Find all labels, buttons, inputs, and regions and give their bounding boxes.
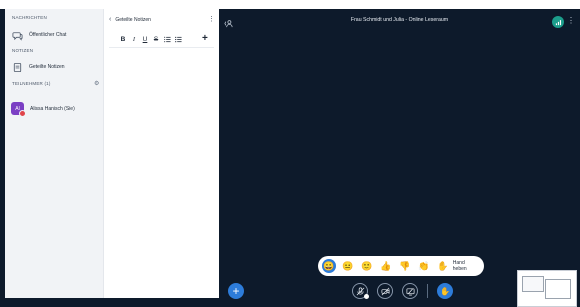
sidebar-item-shared-notes[interactable]: Geteilte Notizen — [11, 60, 101, 74]
shared-notes-panel: ‹ Geteilte Notizen ⋮ B I U S + — [103, 9, 219, 298]
sidebar: NACHRICHTEN Öffentlicher Chat NOTIZEN Ge… — [5, 9, 103, 298]
bold-button[interactable]: B — [119, 35, 127, 43]
reaction-clap-icon[interactable]: 👏 — [417, 259, 431, 273]
controls-divider — [427, 284, 428, 298]
participant-row[interactable]: Al Alissa Hanisch (Sie) — [11, 102, 75, 117]
reaction-neutral-icon[interactable]: 😐 — [341, 259, 355, 273]
microphone-status-dot — [364, 294, 369, 299]
messages-section-header: NACHRICHTEN — [12, 15, 47, 20]
add-icon[interactable]: + — [202, 33, 208, 44]
screen-share-button[interactable] — [402, 283, 418, 299]
participants-section-header: TEILNEHMER (1) — [12, 81, 51, 86]
connection-status-icon[interactable] — [552, 16, 564, 28]
presenter-badge — [19, 110, 26, 117]
participant-name: Alissa Hanisch (Sie) — [30, 105, 75, 112]
avatar: Al — [11, 102, 26, 117]
ordered-list-icon[interactable] — [163, 35, 171, 43]
presentation-thumbnail[interactable] — [517, 270, 577, 307]
actions-plus-button[interactable]: + — [228, 283, 244, 299]
underline-button[interactable]: U — [141, 35, 149, 43]
bullet-list-icon[interactable] — [174, 35, 182, 43]
more-options-icon[interactable]: ⋮ — [208, 15, 215, 23]
chevron-left-icon[interactable]: ‹ — [109, 16, 111, 23]
camera-off-button[interactable] — [377, 283, 393, 299]
meeting-title: Frau Schmidt und Julia - Online Leseraum — [350, 17, 449, 23]
chat-bubble-icon — [11, 29, 23, 41]
raise-hand-icon[interactable]: ✋ — [436, 259, 450, 273]
sidebar-item-public-chat[interactable]: Öffentlicher Chat — [11, 28, 101, 42]
thumbnail-window — [545, 279, 571, 299]
sidebar-item-label: Öffentlicher Chat — [29, 32, 67, 38]
raise-hand-button[interactable]: ✋ — [437, 283, 453, 299]
hand-icon: ✋ — [440, 286, 450, 296]
more-options-icon[interactable]: ⋮ — [567, 16, 575, 25]
notes-panel-header: ‹ Geteilte Notizen — [109, 16, 151, 23]
thumbnail-window — [522, 276, 544, 292]
raise-hand-label[interactable]: Hand heben — [453, 260, 480, 272]
main-video-area: Frau Schmidt und Julia - Online Leseraum… — [219, 9, 580, 307]
editor-toolbar: B I U S — [119, 35, 182, 43]
reaction-smile-icon[interactable]: 😀 — [322, 259, 336, 273]
notes-icon — [11, 61, 23, 73]
reaction-slight-smile-icon[interactable]: 🙂 — [360, 259, 374, 273]
notes-panel-title: Geteilte Notizen — [115, 16, 151, 23]
gear-icon[interactable]: ⚙ — [94, 80, 99, 87]
sidebar-item-label: Geteilte Notizen — [29, 64, 65, 70]
toolbar-divider — [109, 47, 214, 48]
top-strip — [0, 0, 580, 9]
notes-section-header: NOTIZEN — [12, 48, 34, 53]
strikethrough-button[interactable]: S — [152, 35, 160, 43]
reactions-bar: 😀 😐 🙂 👍 👎 👏 ✋ Hand heben — [318, 256, 484, 276]
reaction-thumbs-down-icon[interactable]: 👎 — [398, 259, 412, 273]
reaction-thumbs-up-icon[interactable]: 👍 — [379, 259, 393, 273]
italic-button[interactable]: I — [130, 35, 138, 43]
